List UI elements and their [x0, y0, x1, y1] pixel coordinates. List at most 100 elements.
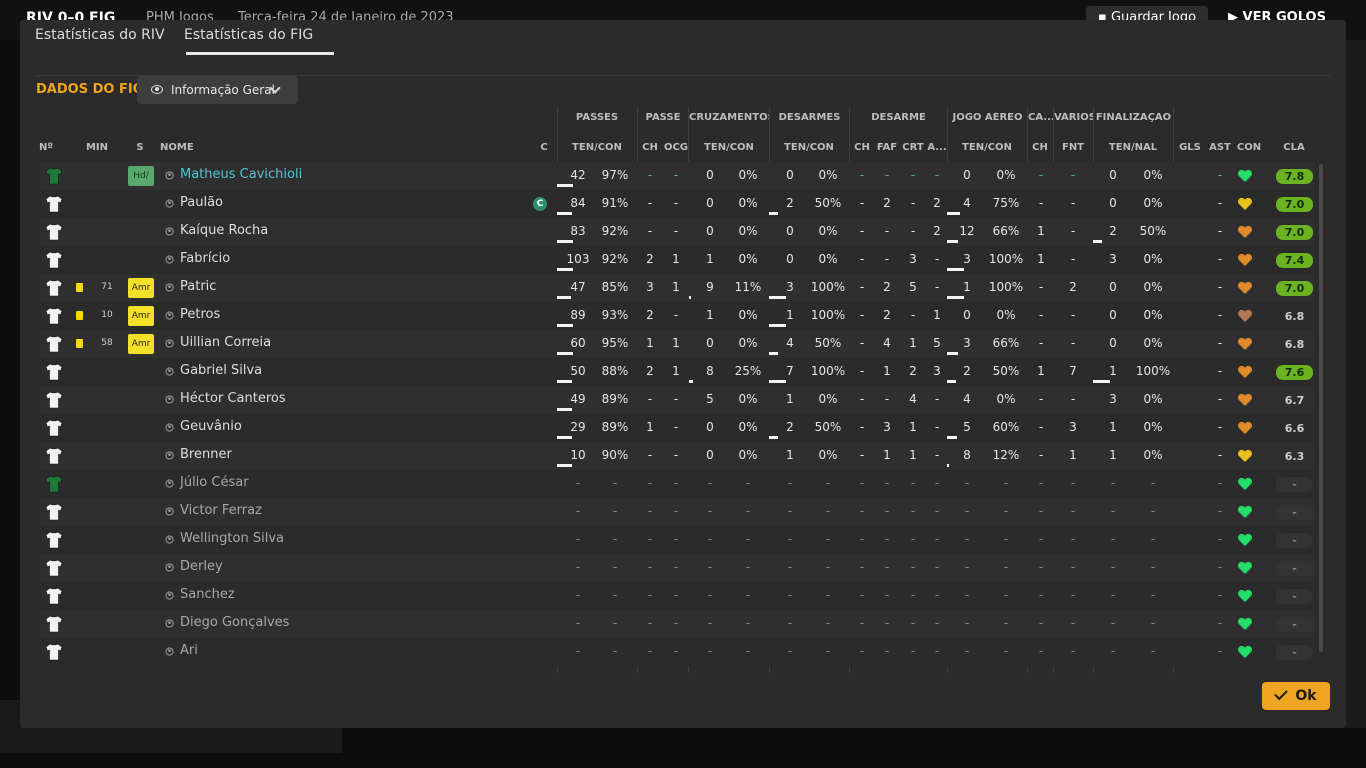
player-name[interactable]: Geuvânio — [180, 414, 242, 442]
player-profile-icon[interactable] — [165, 563, 174, 572]
player-profile-icon[interactable] — [165, 227, 174, 236]
tab-riv-stats[interactable]: Estatísticas do RIV — [35, 27, 165, 43]
column-header[interactable]: CLA — [1276, 142, 1312, 153]
yellow-card-icon — [76, 339, 83, 348]
player-profile-icon[interactable] — [165, 647, 174, 656]
tab-fig-stats[interactable]: Estatísticas do FIG — [184, 27, 313, 43]
player-name[interactable]: Patric — [180, 274, 216, 302]
column-header[interactable]: FAF — [876, 142, 898, 153]
column-header[interactable]: CRT — [902, 142, 924, 153]
player-profile-icon[interactable] — [165, 451, 174, 460]
headers-attempted: - — [964, 476, 970, 490]
player-profile-icon[interactable] — [165, 535, 174, 544]
column-header[interactable]: TEN/CON — [772, 142, 846, 153]
player-name[interactable]: Wellington Silva — [180, 526, 284, 554]
player-profile-icon[interactable] — [165, 591, 174, 600]
player-profile-icon[interactable] — [165, 255, 174, 264]
table-row[interactable]: Sanchez - - - - - - - - - - - - - - - - - - - - — [40, 582, 1315, 610]
column-header[interactable]: TEN/CON — [692, 142, 766, 153]
player-name[interactable]: Fabrício — [180, 246, 230, 274]
player-name[interactable]: Brenner — [180, 442, 232, 470]
player-name[interactable]: Victor Ferraz — [180, 498, 262, 526]
column-header[interactable]: Nº — [33, 142, 59, 153]
ok-button[interactable]: Ok — [1262, 682, 1330, 710]
player-profile-icon[interactable] — [165, 199, 174, 208]
player-name[interactable]: Ari — [180, 638, 198, 666]
column-header[interactable]: GLS — [1178, 142, 1202, 153]
column-header[interactable]: CH — [640, 142, 660, 153]
column-header[interactable]: TEN/CON — [560, 142, 634, 153]
player-name[interactable]: Matheus Cavichioli — [180, 162, 302, 190]
column-header[interactable]: C — [535, 142, 553, 153]
player-name[interactable]: Héctor Canteros — [180, 386, 286, 414]
column-header[interactable]: CON — [1236, 142, 1262, 153]
player-profile-icon[interactable] — [165, 423, 174, 432]
table-row[interactable]: Victor Ferraz - - - - - - - - - - - - - - - - - - - - — [40, 498, 1315, 526]
interceptions: 3 — [909, 252, 917, 266]
ca-ch: - — [1038, 448, 1044, 462]
player-profile-icon[interactable] — [165, 507, 174, 516]
column-header[interactable]: TEN/NAL — [1096, 142, 1170, 153]
table-row[interactable]: Diego Gonçalves - - - - - - - - - - - - - - - - - - - - — [40, 610, 1315, 638]
column-header[interactable]: CH — [852, 142, 872, 153]
fouls-against: 7 — [1069, 364, 1077, 378]
table-row[interactable]: Kaíque Rocha 83 92% - -0 0% 0 0% - - -2 12 66% 1-2 50%… — [40, 218, 1315, 246]
view-dropdown[interactable]: Informação Geral — [137, 76, 298, 104]
column-header[interactable]: CH — [1030, 142, 1050, 153]
column-header[interactable]: S — [130, 142, 150, 153]
fouls-against: - — [1070, 224, 1076, 238]
assists: - — [1217, 420, 1223, 434]
player-profile-icon[interactable] — [165, 479, 174, 488]
column-header[interactable]: FNT — [1058, 142, 1088, 153]
player-profile-icon[interactable] — [165, 395, 174, 404]
table-row[interactable]: Héctor Canteros 49 89% - -5 0% 1 0% - -4-4 0% - -3 0%… — [40, 386, 1315, 414]
player-profile-icon[interactable] — [165, 171, 174, 180]
group-header: DESARME — [871, 112, 926, 123]
column-header[interactable]: TEN/CON — [950, 142, 1024, 153]
table-row[interactable]: 58 Amr Uillian Correia 60 95% 1 1 0 0% 4 50% -4 1 5 3 6… — [40, 330, 1315, 358]
table-row[interactable]: Geuvânio 29 89% 1-0 0% 2 50% -3 1-5 60% -3 1 0% -6.6 — [40, 414, 1315, 442]
table-row[interactable]: 10 Amr Petros 89 93% 2-1 0% 1 100% -2-1 0 0% - -0 0% -6… — [40, 302, 1315, 330]
table-scrollbar[interactable] — [1319, 164, 1323, 652]
crosses-completed-pct: 0% — [738, 252, 758, 266]
table-row[interactable]: Gabriel Silva 50 88% 2 1 8 25% 7 100% -1 2 3 2 50% 1 7 1… — [40, 358, 1315, 386]
chances-created: - — [673, 588, 679, 602]
player-name[interactable]: Petros — [180, 302, 220, 330]
column-header[interactable]: MIN — [82, 142, 112, 153]
player-name[interactable]: Gabriel Silva — [180, 358, 262, 386]
tackle-key: - — [859, 476, 865, 490]
crosses-completed-pct: 25% — [734, 364, 762, 378]
table-row[interactable]: Wellington Silva - - - - - - - - - - - - - - - - - - - - — [40, 526, 1315, 554]
player-name[interactable]: Júlio César — [180, 470, 249, 498]
chances-created: - — [673, 308, 679, 322]
player-profile-icon[interactable] — [165, 339, 174, 348]
table-row[interactable]: Derley - - - - - - - - - - - - - - - - - - - - — [40, 554, 1315, 582]
column-header[interactable]: NOME — [160, 142, 220, 153]
tackles-won-pct: 0% — [818, 392, 838, 406]
player-name[interactable]: Diego Gonçalves — [180, 610, 289, 638]
ca-ch: - — [1038, 392, 1044, 406]
player-name[interactable]: Sanchez — [180, 582, 235, 610]
player-name[interactable]: Paulão — [180, 190, 223, 218]
column-header[interactable]: A... — [927, 142, 947, 153]
table-row[interactable]: Júlio César - - - - - - - - - - - - - - - - - - - - — [40, 470, 1315, 498]
player-name[interactable]: Uillian Correia — [180, 330, 271, 358]
player-profile-icon[interactable] — [165, 311, 174, 320]
table-row[interactable]: Fabrício 103 92% 2 1 1 0% 0 0% - -3-3 100% 1-3 0% -7.4 — [40, 246, 1315, 274]
passes-completed-pct: - — [612, 560, 618, 574]
player-profile-icon[interactable] — [165, 619, 174, 628]
player-profile-icon[interactable] — [165, 367, 174, 376]
table-row[interactable]: Brenner 10 90% - -0 0% 1 0% -1 1-8 12% -1 1 0% -6.3 — [40, 442, 1315, 470]
crosses-attempted: - — [707, 616, 713, 630]
column-header[interactable]: AST — [1208, 142, 1232, 153]
table-row[interactable]: Paulão C 84 91% - -0 0% 2 50% -2-2 4 75% - -0 0% -7.0 — [40, 190, 1315, 218]
column-header[interactable]: OCG — [662, 142, 690, 153]
player-name[interactable]: Kaíque Rocha — [180, 218, 268, 246]
table-row[interactable]: Ari - - - - - - - - - - - - - - - - - - - - — [40, 638, 1315, 666]
table-row[interactable]: 71 Amr Patric 47 85% 3 1 9 11% 3 100% -2 5-1 100% -2 0 0… — [40, 274, 1315, 302]
minute-cell: 58 — [101, 338, 113, 348]
player-profile-icon[interactable] — [165, 283, 174, 292]
shirt-icon — [45, 251, 63, 269]
table-row[interactable]: Hd/Matheus Cavichioli 42 97% - -0 0% 0 0% - - - -0 0… — [40, 162, 1315, 190]
player-name[interactable]: Derley — [180, 554, 223, 582]
